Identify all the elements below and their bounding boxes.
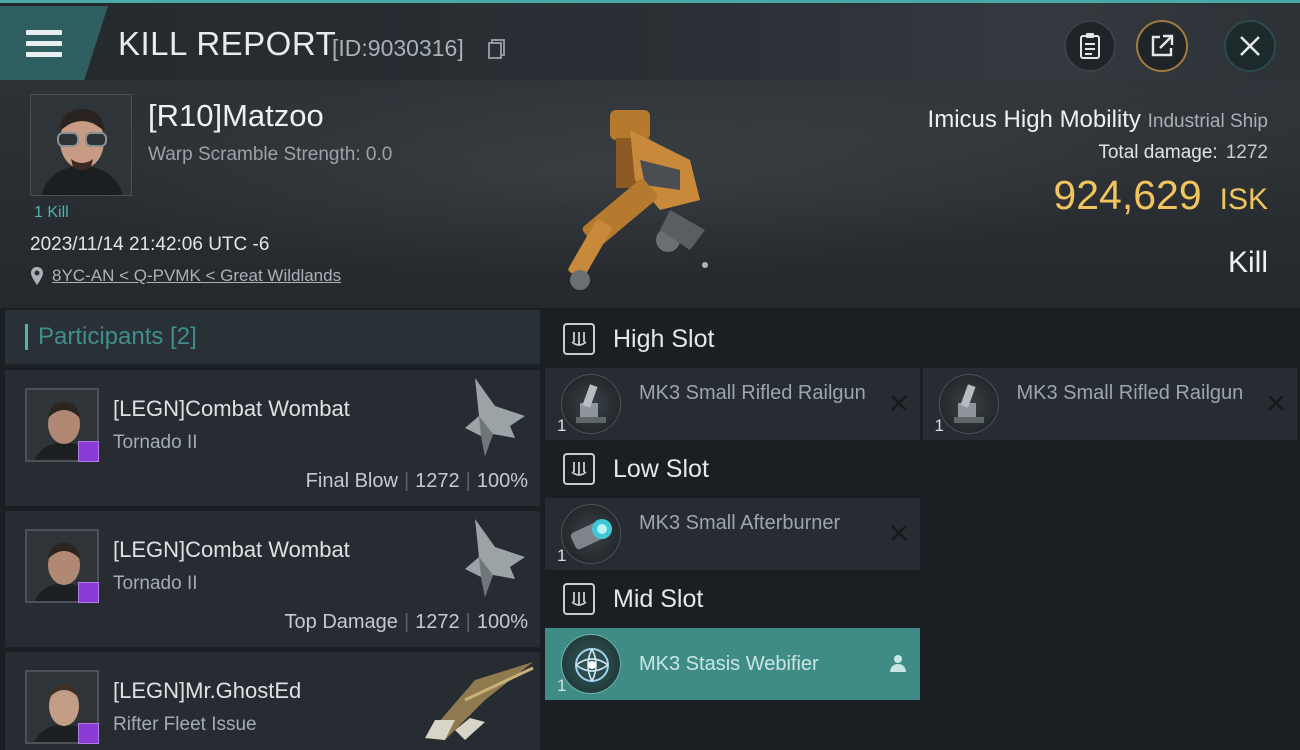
participant-card[interactable]: [LEGN]Combat Wombat Tornado II Top Damag… <box>5 511 540 648</box>
isk-value: 924,629 ISK <box>1053 172 1268 219</box>
afterburner-icon <box>561 504 621 564</box>
kill-location[interactable]: 8YC-AN < Q-PVMK < Great Wildlands <box>30 266 341 286</box>
participant-card[interactable]: [LEGN]Mr.GhostEd Rifter Fleet Issue <box>5 652 540 750</box>
participants-title: Participants [2] <box>38 323 197 350</box>
victim-avatar <box>31 95 131 195</box>
total-damage-value: 1272 <box>1225 142 1268 163</box>
participant-ship: Tornado II <box>113 432 198 453</box>
victim-ship-name: Imicus High Mobility Industrial Ship <box>928 106 1268 134</box>
corp-badge-icon <box>78 723 99 744</box>
clipboard-icon <box>1080 33 1100 59</box>
victim-panel: [R10]Matzoo Warp Scramble Strength: 0.0 … <box>0 80 1300 308</box>
kill-count: 1 Kill <box>34 204 69 221</box>
ship-icon <box>425 662 534 740</box>
high-slot-row: 1 MK3 Small Rifled Railgun 1 MK3 Small R… <box>545 368 1300 440</box>
high-slot-title: High Slot <box>613 324 715 353</box>
destroyed-x-icon <box>890 395 907 411</box>
low-slot-title: Low Slot <box>613 454 709 483</box>
participant-stats: Top Damage | 1272 | 100% <box>284 611 528 633</box>
victim-portrait[interactable] <box>30 94 132 196</box>
share-button[interactable] <box>1136 20 1188 72</box>
stasis-webifier-icon <box>561 634 621 694</box>
fitting-panel: High Slot 1 MK3 Small Rifled Railgun 1 M… <box>545 310 1300 750</box>
module-name: MK3 Small Rifled Railgun <box>1016 382 1244 404</box>
module-quantity: 1 <box>557 546 567 565</box>
mid-slot-row: 1 MK3 Stasis Webifier <box>545 628 1300 700</box>
close-icon <box>1240 36 1260 56</box>
participant-name[interactable]: [LEGN]Combat Wombat <box>113 537 350 563</box>
ship-icon <box>465 378 525 456</box>
high-slot-icon <box>563 323 595 355</box>
participant-damage: 1272 <box>415 611 460 633</box>
ship-icon <box>465 519 525 597</box>
report-id: [ID:9030316] <box>332 35 464 61</box>
module-quantity: 1 <box>557 676 567 695</box>
total-damage: Total damage: 1272 <box>1098 142 1268 164</box>
destroyed-x-icon <box>1268 395 1284 411</box>
hamburger-icon <box>26 30 62 58</box>
destroyed-x-icon <box>891 525 907 541</box>
map-pin-icon <box>31 267 43 285</box>
railgun-icon <box>938 374 999 434</box>
participant-name[interactable]: [LEGN]Combat Wombat <box>113 396 350 422</box>
mid-slot-header: Mid Slot <box>545 570 1300 628</box>
participants-header: Participants [2] <box>5 310 540 366</box>
module-name: MK3 Small Afterburner <box>639 512 841 534</box>
isk-amount: 924,629 <box>1053 172 1202 218</box>
header-bar: KILL REPORT [ID:9030316] <box>0 0 1300 80</box>
low-slot-row: 1 MK3 Small Afterburner <box>545 498 1300 570</box>
module-name: MK3 Small Rifled Railgun <box>639 382 866 404</box>
warp-scramble-strength: Warp Scramble Strength: 0.0 <box>148 144 393 165</box>
page-title: KILL REPORT <box>118 25 337 62</box>
participant-role: Final Blow <box>305 470 398 492</box>
ship-type-name[interactable]: Imicus High Mobility <box>928 106 1141 133</box>
module-item[interactable]: 1 MK3 Small Rifled Railgun <box>922 368 1297 440</box>
module-quantity: 1 <box>557 416 567 435</box>
share-icon <box>1151 34 1174 57</box>
low-slot-icon <box>563 453 595 485</box>
module-item[interactable]: 1 MK3 Small Afterburner <box>545 498 920 570</box>
participant-card[interactable]: [LEGN]Combat Wombat Tornado II Final Blo… <box>5 370 540 507</box>
module-item[interactable]: 1 MK3 Stasis Webifier <box>545 628 920 700</box>
participant-stats: Final Blow | 1272 | 100% <box>305 470 528 492</box>
menu-button[interactable] <box>0 6 108 80</box>
user-icon <box>890 655 906 672</box>
participants-panel: Participants [2] [LEGN]Combat Wombat Tor… <box>5 310 540 750</box>
victim-ship-image <box>568 110 708 290</box>
participant-role: Top Damage <box>284 611 398 633</box>
participant-damage: 1272 <box>415 470 460 492</box>
participant-percent: 100% <box>476 470 528 492</box>
module-name: MK3 Stasis Webifier <box>639 653 819 675</box>
total-damage-label: Total damage: <box>1098 142 1218 163</box>
location-link[interactable]: 8YC-AN < Q-PVMK < Great Wildlands <box>52 266 341 286</box>
mid-slot-title: Mid Slot <box>613 584 704 613</box>
victim-name[interactable]: [R10]Matzoo <box>148 98 324 134</box>
module-quantity: 1 <box>934 416 944 435</box>
participant-ship: Rifter Fleet Issue <box>113 714 257 735</box>
high-slot-header: High Slot <box>545 310 1300 368</box>
participant-name[interactable]: [LEGN]Mr.GhostEd <box>113 678 301 704</box>
corp-badge-icon <box>78 441 99 462</box>
header-accent-bar <box>25 324 28 350</box>
isk-unit: ISK <box>1219 183 1268 216</box>
result-label: Kill <box>1227 246 1268 279</box>
participant-ship: Tornado II <box>113 573 198 594</box>
railgun-icon <box>561 374 621 434</box>
kill-datetime: 2023/11/14 21:42:06 UTC -6 <box>30 234 270 255</box>
close-button[interactable] <box>1224 20 1276 72</box>
ship-class: Industrial Ship <box>1147 111 1268 132</box>
copy-icon[interactable] <box>488 39 506 59</box>
mid-slot-icon <box>563 583 595 615</box>
corp-badge-icon <box>78 582 99 603</box>
low-slot-header: Low Slot <box>545 440 1300 498</box>
module-item[interactable]: 1 MK3 Small Rifled Railgun <box>545 368 920 440</box>
participant-percent: 100% <box>476 611 528 633</box>
clipboard-button[interactable] <box>1064 20 1116 72</box>
